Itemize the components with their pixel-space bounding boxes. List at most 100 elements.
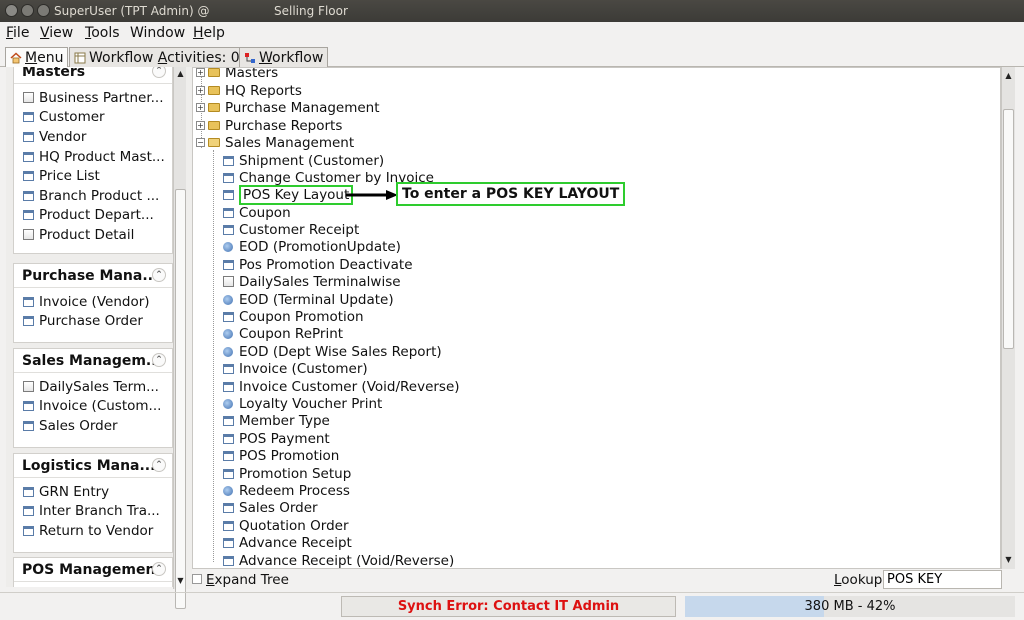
section-header[interactable]: Sales Managem... ⌃ [14,349,172,373]
scroll-down-arrow-icon[interactable]: ▼ [175,575,186,587]
collapse-icon[interactable]: − [196,138,205,147]
shortcut-item[interactable]: Product Depart... [14,206,172,226]
expand-tree-checkbox[interactable] [192,574,202,584]
shortcut-item[interactable]: DailySales Term... [14,377,172,397]
tree-folder[interactable]: + Purchase Management [196,99,380,116]
window-icon [23,210,34,221]
tree-folder-open[interactable]: − Sales Management [196,134,354,151]
shortcut-item[interactable]: Invoice (Vendor) [14,292,172,312]
window-icon [223,224,234,235]
tree-item[interactable]: Invoice Customer (Void/Reverse) [223,378,460,395]
tree-item[interactable]: Promotion Setup [223,465,351,482]
tree-item[interactable]: Advance Receipt [223,534,352,551]
section-header[interactable]: POS Management ⌃ [14,558,172,582]
tree-item[interactable]: Coupon RePrint [223,325,343,342]
menu-view[interactable]: View [40,25,73,41]
expand-icon[interactable]: + [196,86,205,95]
tree-item[interactable]: EOD (Terminal Update) [223,291,394,308]
annotation-arrow-icon [346,190,398,200]
expand-icon[interactable]: + [196,68,205,77]
window-icon [223,172,234,183]
tab-workflow-activities[interactable]: Workflow Activities: 0 [69,47,245,67]
tree-folder[interactable]: + Purchase Reports [196,117,342,134]
expand-tree-label[interactable]: Expand Tree [206,572,289,588]
section-masters: Masters ⌃ Business Partner... Customer Ve… [13,67,173,254]
section-header[interactable]: Masters ⌃ [14,67,172,84]
minimize-window-button[interactable] [21,4,34,17]
shortcut-item[interactable]: Sales Order [14,416,172,436]
synch-error-status[interactable]: Synch Error: Contact IT Admin [341,596,676,617]
tab-strip: Menu Workflow Activities: 0 Workflow [0,45,1024,67]
section-logistics-management: Logistics Mana... ⌃ GRN Entry Inter Branc… [13,453,173,553]
tree-item[interactable]: EOD (Dept Wise Sales Report) [223,343,442,360]
shortcut-item[interactable]: Customer [14,108,172,128]
shortcut-item[interactable]: GRN Entry [14,482,172,502]
window-icon [23,190,34,201]
shortcut-item[interactable]: HQ Product Mast... [14,147,172,167]
tree-item[interactable]: Coupon Promotion [223,308,364,325]
tree-item-pos-key-layout[interactable]: POS Key Layout [223,184,354,205]
collapse-icon[interactable]: ⌃ [152,67,166,78]
maximize-window-button[interactable] [37,4,50,17]
collapse-icon[interactable]: ⌃ [152,353,166,367]
tree-item[interactable]: Loyalty Voucher Print [223,395,382,412]
shortcut-item[interactable]: Return to Vendor [14,521,172,541]
shortcut-item[interactable]: Vendor [14,127,172,147]
window-icon [23,171,34,182]
tree-item[interactable]: DailySales Terminalwise [223,273,401,290]
scroll-down-arrow-icon[interactable]: ▼ [1003,554,1014,566]
collapse-icon[interactable]: ⌃ [152,268,166,282]
scroll-up-arrow-icon[interactable]: ▲ [175,68,186,80]
tree-item[interactable]: Invoice (Customer) [223,360,368,377]
tree-scrollbar[interactable]: ▲ ▼ [1001,67,1015,569]
expand-icon[interactable]: + [196,121,205,130]
collapse-icon[interactable]: ⌃ [152,458,166,472]
tree-item[interactable]: Coupon [223,204,291,221]
shortcut-item[interactable]: Invoice (Custom... [14,397,172,417]
window-icon [223,468,234,479]
shortcut-item[interactable]: Branch Product ... [14,186,172,206]
collapse-icon[interactable]: ⌃ [152,562,166,576]
left-scrollbar[interactable]: ▲ ▼ [173,67,186,609]
window-icon [223,189,234,200]
expand-icon[interactable]: + [196,103,205,112]
window-icon [23,486,34,497]
lookup-input[interactable] [883,570,1002,589]
tree-item[interactable]: Member Type [223,412,330,429]
tree-item[interactable]: POS Payment [223,430,330,447]
section-sales-management: Sales Managem... ⌃ DailySales Term... Inv… [13,348,173,448]
tree-item[interactable]: POS Promotion [223,447,339,464]
tree-item[interactable]: Shipment (Customer) [223,152,384,169]
scrollbar-thumb[interactable] [175,189,186,609]
shortcut-item[interactable]: Inter Branch Tra... [14,502,172,522]
menu-file[interactable]: File [6,25,29,41]
shortcut-item[interactable]: Purchase Order [14,312,172,332]
scroll-up-arrow-icon[interactable]: ▲ [1003,70,1014,82]
scrollbar-thumb[interactable] [1003,109,1014,349]
window-icon [23,401,34,412]
window-icon [23,506,34,517]
window-icon [223,363,234,374]
tab-workflow[interactable]: Workflow [239,47,329,67]
tab-menu[interactable]: Menu [5,47,69,67]
tree-item[interactable]: Customer Receipt [223,221,359,238]
tree-folder[interactable]: + Masters [196,68,278,81]
menu-tools[interactable]: Tools [85,25,120,41]
menu-help[interactable]: Help [193,25,225,41]
close-window-button[interactable] [5,4,18,17]
tree-folder[interactable]: + HQ Reports [196,82,302,99]
window-subtitle: Selling Floor [274,4,348,18]
shortcut-item[interactable]: Business Partner... [14,88,172,108]
tree-item[interactable]: Redeem Process [223,482,350,499]
tree-item[interactable]: Advance Receipt (Void/Reverse) [223,552,454,568]
tree-item[interactable]: EOD (PromotionUpdate) [223,238,401,255]
section-header[interactable]: Purchase Mana... ⌃ [14,264,172,288]
memory-indicator[interactable]: 380 MB - 42% [685,596,1015,617]
section-header[interactable]: Logistics Mana... ⌃ [14,454,172,478]
shortcut-item[interactable]: Price List [14,166,172,186]
menu-window[interactable]: Window [130,25,185,41]
tree-item[interactable]: Pos Promotion Deactivate [223,256,413,273]
tree-item[interactable]: Quotation Order [223,517,349,534]
tree-item[interactable]: Sales Order [223,499,318,516]
shortcut-item[interactable]: Product Detail [14,225,172,245]
